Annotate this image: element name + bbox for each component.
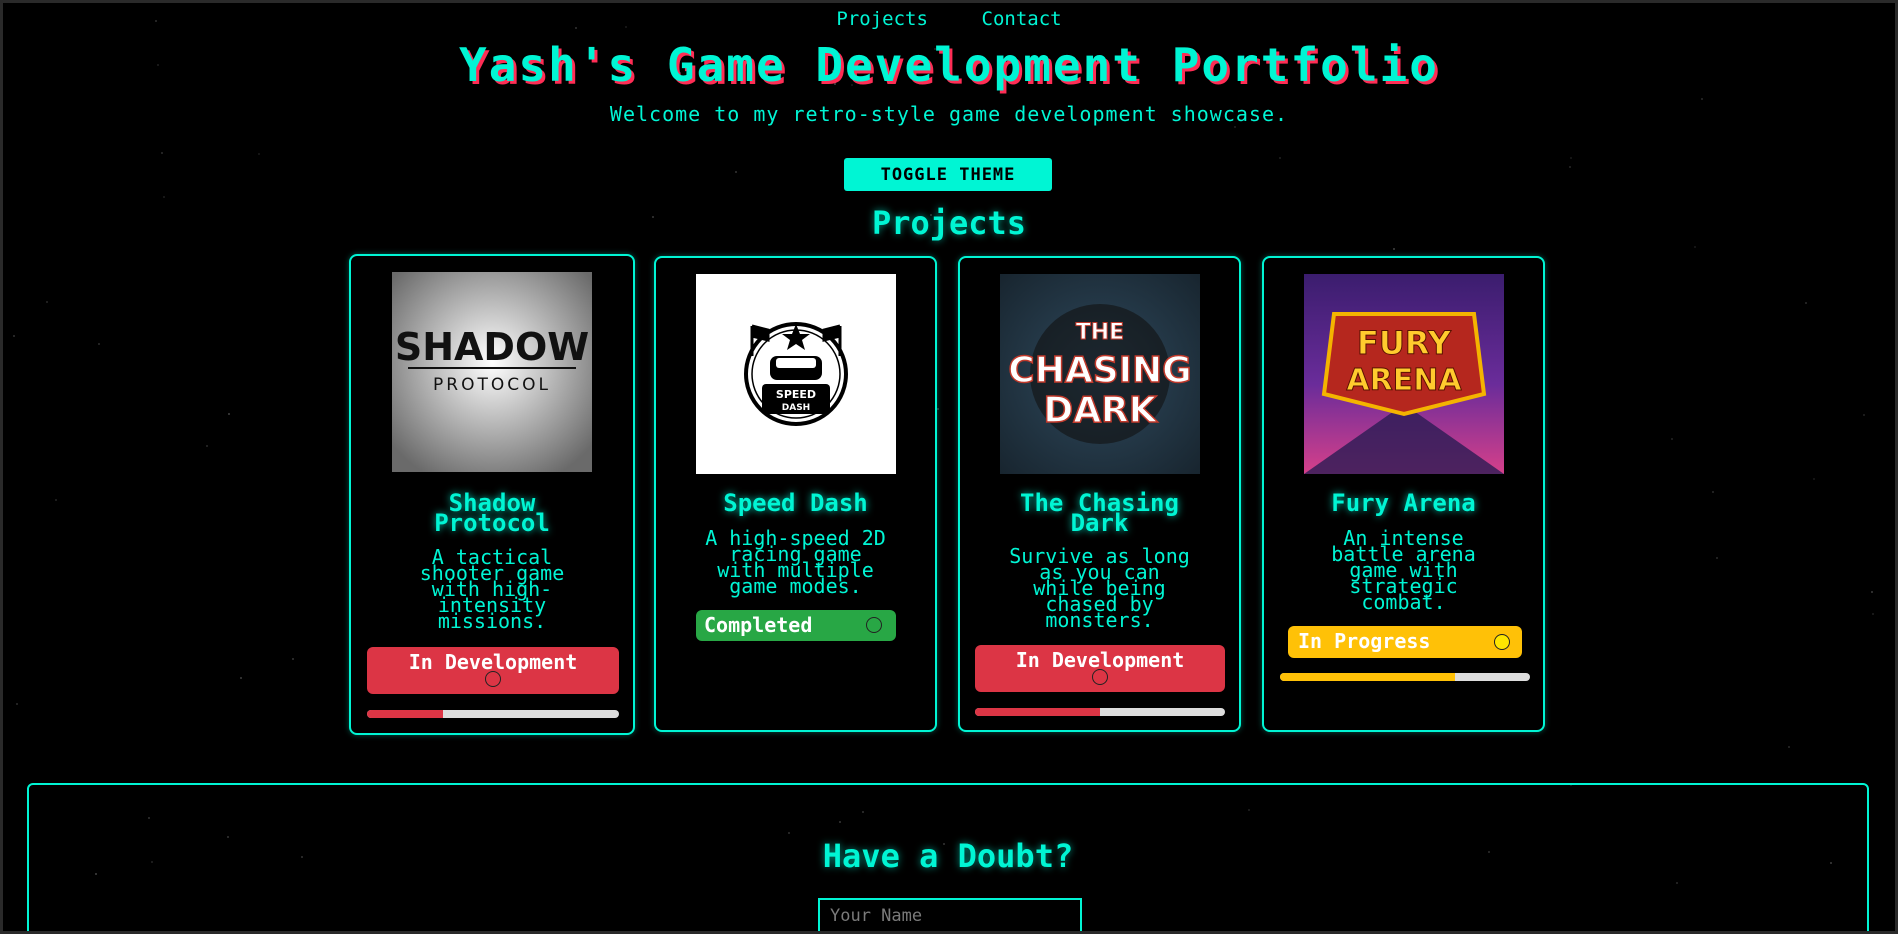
top-nav: Projects Contact	[0, 8, 1898, 30]
project-description: An intense battle arena game with strategi…	[1331, 526, 1476, 614]
star-icon	[1813, 478, 1816, 481]
project-title: The Chasing Dark	[1020, 489, 1179, 537]
star-icon	[1670, 437, 1673, 440]
project-description: Survive as long as you can while being cha…	[1009, 544, 1190, 632]
arena-logo-text: ARENA	[1346, 363, 1462, 398]
shadow-protocol-cover-image: SHADOW PROTOCOL	[392, 272, 592, 472]
shadow-logo-text: SHADOW	[395, 325, 589, 369]
status-dot-icon	[1494, 634, 1510, 650]
star-icon	[228, 413, 231, 416]
star-icon	[1787, 746, 1790, 749]
star-icon	[735, 171, 738, 174]
nav-link-projects[interactable]: Projects	[836, 8, 928, 30]
star-icon	[1712, 491, 1715, 494]
star-icon	[1805, 302, 1808, 305]
project-card-shadow-protocol[interactable]: SHADOW PROTOCOL Shadow Protocol A tactica…	[349, 254, 635, 735]
speed-dash-cover-image: SPEED DASH	[696, 274, 896, 474]
star-icon	[937, 408, 940, 411]
project-title: Shadow Protocol	[434, 489, 550, 537]
protocol-logo-text: PROTOCOL	[433, 375, 551, 395]
star-icon	[291, 657, 294, 660]
star-icon	[1870, 590, 1873, 593]
star-icon	[160, 151, 163, 154]
star-icon	[54, 499, 57, 502]
status-badge: In Development	[367, 647, 619, 694]
progress-fill	[975, 708, 1100, 716]
progress-bar	[1280, 673, 1530, 681]
star-icon	[1715, 557, 1718, 560]
project-card-the-chasing-dark[interactable]: THE CHASING DARK The Chasing Dark Survive…	[958, 256, 1241, 732]
toggle-theme-button[interactable]: TOGGLE THEME	[844, 158, 1052, 191]
project-title: Fury Arena	[1331, 489, 1476, 517]
star-icon	[97, 343, 100, 346]
progress-fill	[367, 710, 443, 718]
star-icon	[240, 677, 243, 680]
fury-logo-text: FURY	[1357, 324, 1452, 362]
the-logo-text: THE	[1076, 320, 1124, 345]
star-icon	[258, 153, 261, 156]
progress-bar	[975, 708, 1225, 716]
star-icon	[45, 300, 48, 303]
dash-logo-text: DASH	[782, 403, 810, 413]
star-icon	[15, 703, 18, 706]
chasing-logo-text: CHASING	[1008, 350, 1191, 391]
star-icon	[1872, 612, 1874, 615]
star-icon	[206, 444, 209, 447]
star-icon	[1279, 156, 1282, 159]
fury-arena-cover-image: FURY ARENA	[1304, 274, 1504, 474]
star-icon	[1693, 245, 1696, 248]
status-badge: In Development	[975, 645, 1225, 692]
the-chasing-dark-cover-image: THE CHASING DARK	[1000, 274, 1200, 474]
nav-link-contact[interactable]: Contact	[982, 8, 1062, 30]
project-description: A tactical shooter game with high-intensi…	[419, 545, 565, 633]
project-title: Speed Dash	[723, 489, 868, 517]
status-dot-icon	[866, 617, 882, 633]
page-subtitle: Welcome to my retro-style game developme…	[609, 102, 1289, 126]
projects-heading: Projects	[871, 204, 1027, 242]
star-icon	[13, 334, 16, 337]
star-icon	[1393, 248, 1396, 251]
project-card-fury-arena[interactable]: FURY ARENA Fury Arena An intense battle a…	[1262, 256, 1545, 732]
contact-section: Have a Doubt?	[27, 783, 1869, 934]
status-dot-icon	[1092, 669, 1108, 685]
star-icon	[1233, 126, 1236, 129]
status-dot-icon	[485, 671, 501, 687]
name-input[interactable]	[818, 898, 1082, 934]
contact-heading: Have a Doubt?	[822, 837, 1074, 875]
progress-fill	[1280, 673, 1455, 681]
project-card-speed-dash[interactable]: SPEED DASH Speed Dash A high-speed 2D rac…	[654, 256, 937, 732]
speed-logo-text: SPEED	[776, 388, 816, 401]
star-icon	[162, 195, 165, 198]
star-icon	[1862, 414, 1865, 417]
status-badge: In Progress	[1288, 626, 1522, 658]
status-badge: Completed	[696, 610, 896, 641]
project-description: A high-speed 2D racing game with multiple…	[705, 526, 886, 598]
dark-logo-text: DARK	[1043, 390, 1157, 431]
star-icon	[1701, 97, 1704, 100]
star-icon	[1569, 156, 1572, 159]
star-icon	[1569, 165, 1572, 168]
page-title: Yash's Game Development Portfolio	[459, 38, 1439, 92]
progress-bar	[367, 710, 619, 718]
